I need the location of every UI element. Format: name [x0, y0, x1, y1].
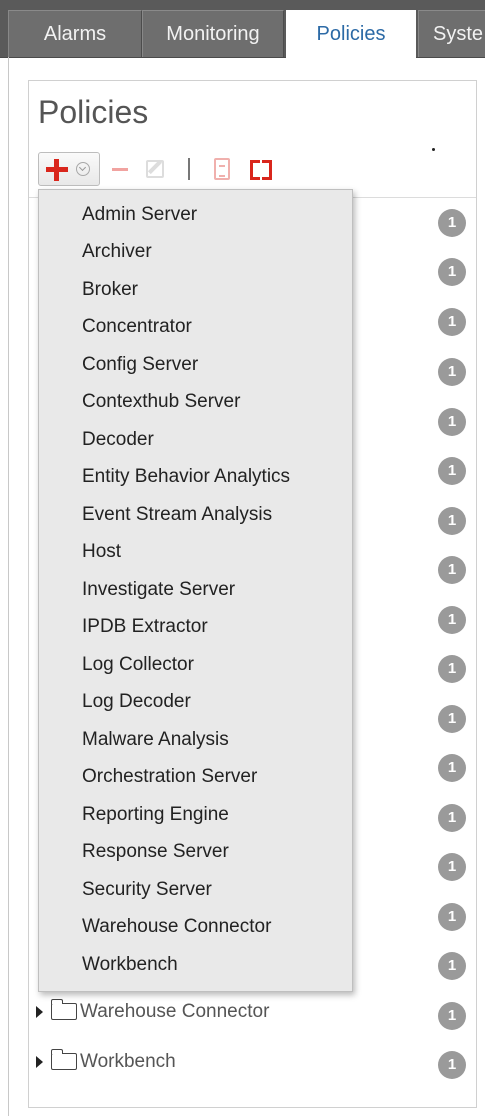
count-badge: 1 [438, 308, 466, 336]
policies-toolbar [38, 152, 298, 186]
chevron-down-icon[interactable] [76, 162, 90, 176]
count-badge: 1 [438, 804, 466, 832]
expand-arrow-icon[interactable] [36, 1056, 43, 1068]
count-badge: 1 [438, 1002, 466, 1030]
menu-item-malware-analysis[interactable]: Malware Analysis [82, 725, 229, 755]
edit-icon[interactable] [146, 160, 164, 178]
expand-arrow-icon[interactable] [36, 1006, 43, 1018]
menu-item-log-collector[interactable]: Log Collector [82, 650, 194, 680]
tab-monitoring[interactable]: Monitoring [142, 10, 284, 57]
count-badge: 1 [438, 556, 466, 584]
count-badge: 1 [438, 209, 466, 237]
menu-item-archiver[interactable]: Archiver [82, 237, 152, 267]
menu-item-warehouse-connector[interactable]: Warehouse Connector [82, 912, 271, 942]
menu-item-reporting-engine[interactable]: Reporting Engine [82, 800, 229, 830]
expand-icon[interactable] [250, 160, 272, 180]
count-badge: 1 [438, 507, 466, 535]
plus-icon [45, 158, 69, 182]
count-badge: 1 [438, 754, 466, 782]
menu-item-event-stream-analysis[interactable]: Event Stream Analysis [82, 500, 272, 530]
tree-row-label: Workbench [80, 1051, 176, 1072]
count-badge: 1 [438, 705, 466, 733]
tree-row-workbench[interactable]: Workbench [36, 1049, 336, 1075]
tree-row-warehouse-connector[interactable]: Warehouse Connector [36, 999, 336, 1025]
menu-item-investigate-server[interactable]: Investigate Server [82, 575, 235, 605]
copy-icon[interactable] [214, 158, 230, 180]
menu-item-host[interactable]: Host [82, 537, 121, 567]
top-tab-bar: Alarms Monitoring Policies Syste [0, 0, 485, 58]
count-badge: 1 [438, 952, 466, 980]
count-badge: 1 [438, 408, 466, 436]
toolbar-separator [188, 158, 190, 180]
count-badge: 1 [438, 606, 466, 634]
count-badge: 1 [438, 1051, 466, 1079]
add-service-dropdown: Admin Server Archiver Broker Concentrato… [38, 189, 353, 992]
menu-item-concentrator[interactable]: Concentrator [82, 312, 192, 342]
tab-alarms[interactable]: Alarms [8, 10, 142, 57]
menu-item-log-decoder[interactable]: Log Decoder [82, 687, 191, 717]
add-button[interactable] [38, 152, 100, 186]
tree-row-label: Warehouse Connector [80, 1001, 270, 1022]
menu-item-entity-behavior-analytics[interactable]: Entity Behavior Analytics [82, 462, 290, 492]
tab-system[interactable]: Syste [418, 10, 485, 57]
count-badge: 1 [438, 258, 466, 286]
folder-icon [50, 1049, 77, 1070]
count-badge: 1 [438, 655, 466, 683]
count-badge: 1 [438, 358, 466, 386]
folder-icon [50, 999, 77, 1020]
menu-item-orchestration-server[interactable]: Orchestration Server [82, 762, 257, 792]
dot-marker [432, 148, 435, 151]
menu-item-response-server[interactable]: Response Server [82, 837, 229, 867]
tab-policies[interactable]: Policies [286, 10, 416, 58]
count-badge: 1 [438, 457, 466, 485]
count-badge: 1 [438, 903, 466, 931]
menu-item-ipdb-extractor[interactable]: IPDB Extractor [82, 612, 208, 642]
panel-title: Policies [38, 94, 149, 130]
menu-item-admin-server[interactable]: Admin Server [82, 200, 197, 230]
policies-page: Alarms Monitoring Policies Syste Policie… [0, 0, 485, 1116]
menu-item-broker[interactable]: Broker [82, 275, 138, 305]
count-badge: 1 [438, 853, 466, 881]
menu-item-contexthub-server[interactable]: Contexthub Server [82, 387, 240, 417]
menu-item-decoder[interactable]: Decoder [82, 425, 154, 455]
minus-icon[interactable] [112, 168, 128, 171]
menu-item-config-server[interactable]: Config Server [82, 350, 198, 380]
menu-item-security-server[interactable]: Security Server [82, 875, 212, 905]
menu-item-workbench[interactable]: Workbench [82, 950, 178, 980]
